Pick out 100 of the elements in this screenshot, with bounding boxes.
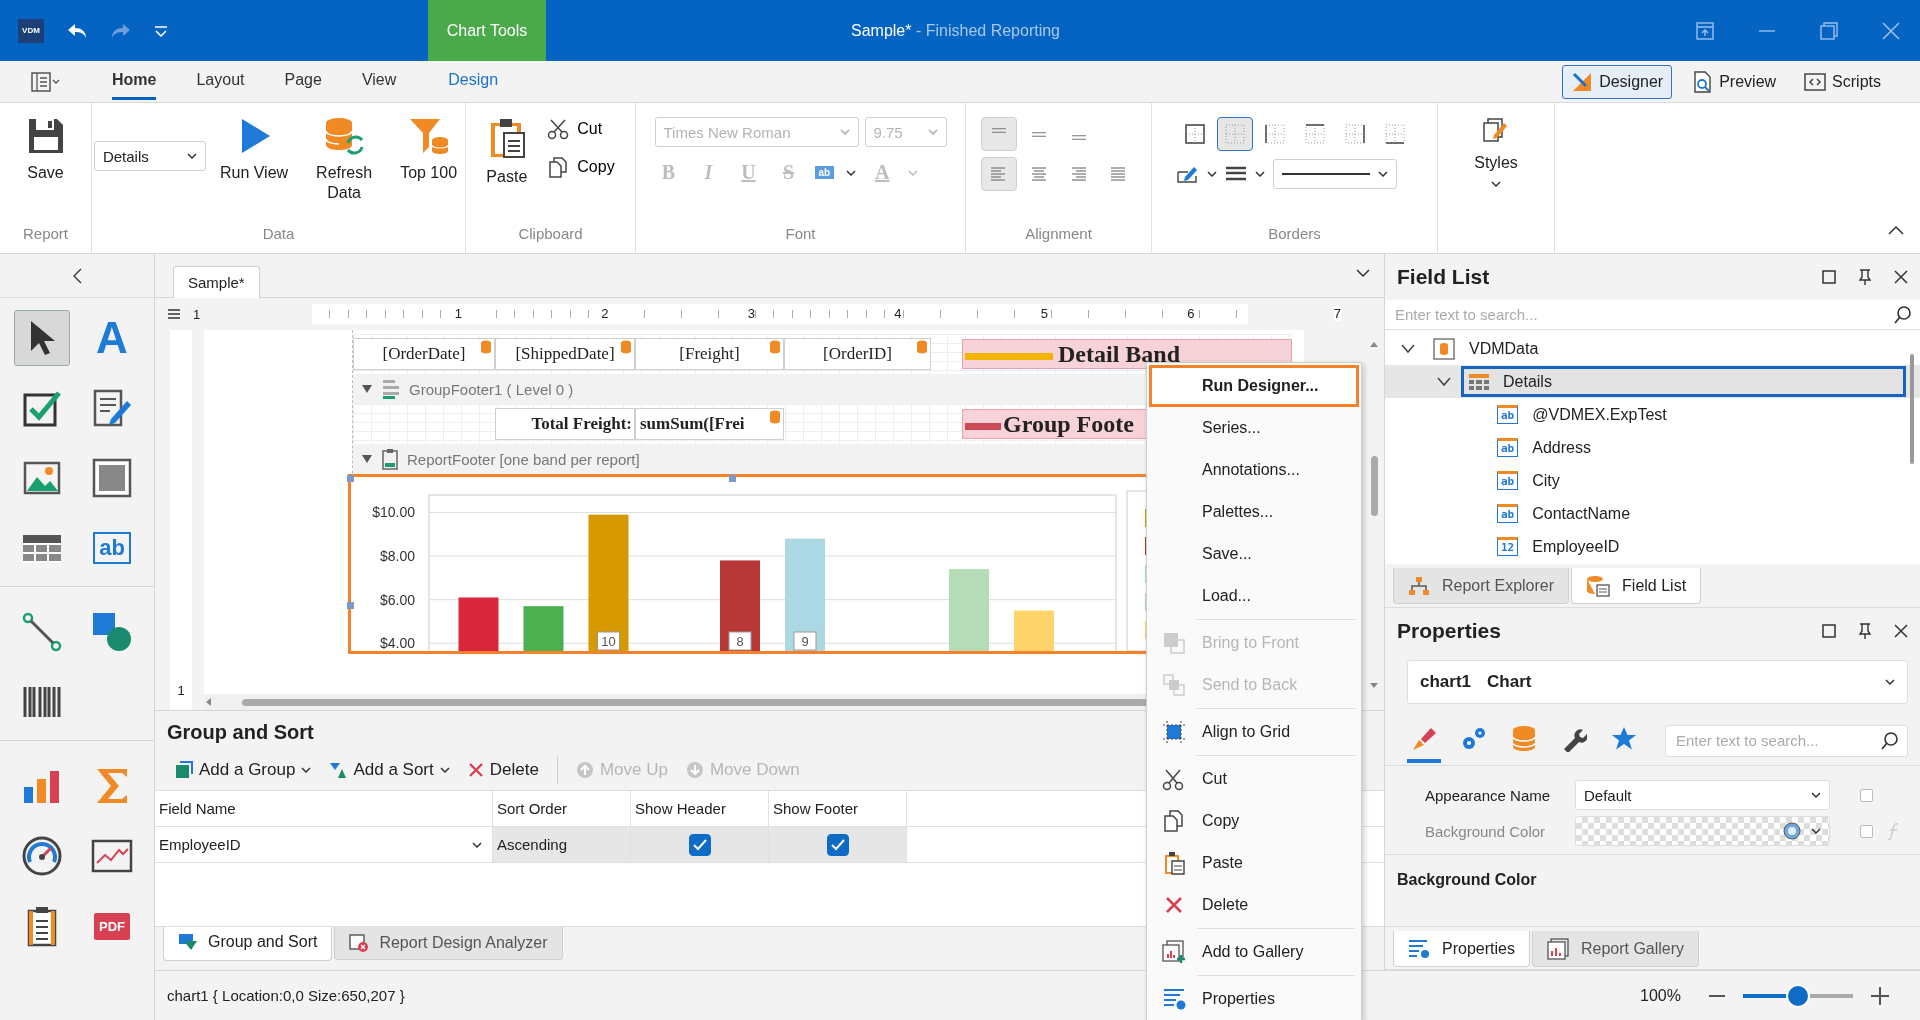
checkbox[interactable] (688, 833, 711, 856)
checkbox[interactable] (1860, 788, 1873, 802)
menu-item[interactable]: Run Designer... (1149, 365, 1359, 407)
search-field[interactable]: Enter text to search... (1665, 724, 1908, 757)
tree-item[interactable]: ab @VDMEX.ExpTest (1489, 399, 1906, 430)
panel-tab[interactable]: Properties (1393, 931, 1530, 967)
collapse-triangle-icon[interactable] (361, 454, 373, 464)
copy-button[interactable]: Copy (541, 155, 621, 179)
object-selector[interactable]: chart1 Chart (1407, 660, 1908, 704)
tab-list-icon[interactable] (1356, 268, 1370, 278)
scrollbar-thumb[interactable] (1910, 354, 1914, 464)
tree-item[interactable]: 12 EmployeeID (1489, 531, 1906, 562)
tree-item[interactable]: VDMData (1425, 333, 1906, 364)
tree-item[interactable]: Details (1461, 366, 1906, 397)
zoom-in-icon[interactable] (1870, 986, 1889, 1005)
border-button[interactable] (1216, 117, 1253, 151)
document-tab[interactable]: Sample* (173, 266, 260, 298)
panel-tab[interactable]: Report Gallery (1531, 931, 1700, 967)
menu-item[interactable]: Cut (1149, 758, 1359, 800)
menu-item[interactable]: Annotations... (1149, 449, 1359, 491)
add-sort-icon (329, 761, 348, 779)
search-field[interactable]: Enter text to search... (1385, 300, 1920, 330)
collapse-triangle-icon[interactable] (361, 384, 373, 394)
top-button[interactable]: Top 100 (394, 117, 464, 183)
menu-item[interactable]: Add to Gallery (1149, 931, 1359, 973)
view-button[interactable]: Scripts (1795, 64, 1890, 99)
menu-item[interactable]: Delete (1149, 884, 1359, 926)
panel-tab[interactable]: Group and Sort (163, 927, 333, 961)
menu-item[interactable]: Align to Grid (1149, 711, 1359, 753)
scroll-up-icon[interactable] (1369, 340, 1379, 348)
collapse-icon[interactable] (72, 267, 82, 284)
maximize-icon[interactable] (1822, 270, 1836, 284)
app-menu-icon[interactable] (30, 70, 60, 93)
align-button[interactable] (980, 117, 1017, 151)
ruler-menu-icon[interactable] (167, 308, 181, 320)
toolbar-button[interactable]: Delete (467, 760, 539, 780)
menu-item[interactable]: Copy (1149, 800, 1359, 842)
menu-item[interactable]: Properties (1149, 978, 1359, 1020)
view-button[interactable]: Preview (1682, 64, 1786, 99)
table-icon (1469, 373, 1489, 390)
search-input[interactable]: Enter text to search... (1393, 305, 1894, 324)
pin-icon[interactable] (1858, 269, 1872, 285)
run-view-button[interactable]: Run View (213, 117, 295, 183)
property-dropdown[interactable]: Default (1575, 780, 1830, 810)
align-button[interactable] (980, 157, 1017, 191)
tree-item[interactable]: ab Address (1489, 432, 1906, 463)
chevron-down-icon[interactable] (1401, 343, 1415, 354)
checkbox[interactable] (826, 833, 849, 856)
ribbon-tab[interactable]: Page (284, 63, 322, 100)
toolbox-item[interactable]: A (84, 310, 140, 366)
selection-handle[interactable] (347, 475, 354, 482)
border-color-button[interactable] (1176, 164, 1217, 184)
paste-button[interactable]: Paste (480, 117, 534, 187)
panel-tab[interactable]: Report Design Analyzer (334, 927, 563, 960)
cut-button[interactable]: Cut (541, 117, 621, 141)
ribbon-tab[interactable]: Home (112, 63, 157, 100)
pdf-icon: PDF (94, 912, 130, 940)
zoom-out-icon[interactable] (1708, 993, 1725, 998)
selection-handle[interactable] (347, 602, 354, 609)
pin-icon[interactable] (1858, 623, 1872, 639)
tree-item[interactable]: ab City (1489, 465, 1906, 496)
menu-item[interactable]: Load... (1149, 575, 1359, 617)
toolbox-item[interactable]: PDF (84, 898, 140, 954)
chevron-down-icon[interactable] (1437, 376, 1451, 387)
maximize-icon[interactable] (1820, 21, 1838, 40)
selection-handle[interactable] (729, 475, 736, 482)
customize-icon[interactable] (154, 24, 168, 37)
menu-item[interactable]: Paste (1149, 842, 1359, 884)
scroll-down-icon[interactable] (1369, 682, 1379, 690)
styles-button[interactable]: Styles (1468, 117, 1524, 187)
close-icon[interactable] (1894, 270, 1908, 284)
app-logo[interactable]: VDM (18, 18, 44, 43)
refresh-data-button[interactable]: Refresh Data (302, 117, 387, 203)
tree-item[interactable]: ab ContactName (1489, 498, 1906, 529)
undo-icon[interactable] (66, 21, 88, 40)
panel-tab[interactable]: Report Explorer (1393, 568, 1570, 604)
close-icon[interactable] (1894, 624, 1908, 638)
ribbon-tab[interactable]: View (361, 63, 397, 100)
group-caption: Report (22, 225, 69, 244)
ribbon-tab[interactable]: Layout (196, 63, 245, 100)
view-button[interactable]: Designer (1562, 64, 1673, 99)
line-style-dropdown[interactable] (1272, 159, 1397, 189)
search-input[interactable]: Enter text to search... (1674, 731, 1881, 750)
maximize-icon[interactable] (1822, 624, 1836, 638)
toolbar-button[interactable]: Add a Group (175, 760, 312, 780)
scrollbar-thumb[interactable] (1370, 456, 1378, 516)
panel-tab[interactable]: Field List (1571, 568, 1702, 604)
toolbar-button[interactable]: Add a Sort (329, 760, 450, 780)
collapse-ribbon-icon[interactable] (1888, 225, 1904, 235)
restore-ribbon-icon[interactable] (1696, 21, 1714, 40)
ruler-number: 5 (1040, 306, 1048, 321)
save-button[interactable]: Save (20, 117, 71, 183)
border-width-button[interactable] (1224, 166, 1265, 182)
scroll-left-icon[interactable] (204, 697, 212, 707)
menu-item[interactable]: Palettes... (1149, 491, 1359, 533)
view-dropdown[interactable]: Details (93, 141, 206, 171)
menu-item[interactable]: Save... (1149, 533, 1359, 575)
ribbon-tab[interactable]: Design (448, 63, 499, 100)
toolbox-item[interactable]: ab (84, 520, 140, 576)
toolbox-item[interactable] (14, 310, 70, 366)
